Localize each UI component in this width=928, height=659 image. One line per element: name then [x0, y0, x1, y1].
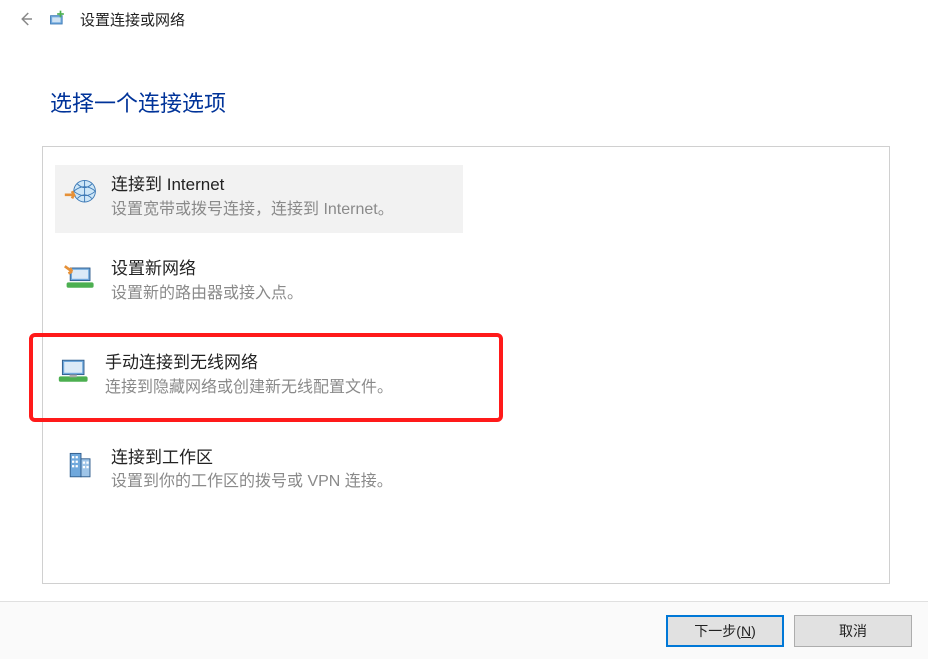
option-connect-internet[interactable]: 连接到 Internet 设置宽带或拨号连接，连接到 Internet。 [55, 165, 463, 233]
window-title: 设置连接或网络 [80, 9, 185, 30]
wireless-manual-icon [57, 353, 93, 389]
option-desc: 设置到你的工作区的拨号或 VPN 连接。 [111, 471, 393, 493]
connection-options-panel: 连接到 Internet 设置宽带或拨号连接，连接到 Internet。 设置新… [42, 146, 890, 584]
wizard-footer: 下一步(N) 取消 [0, 601, 928, 659]
next-button[interactable]: 下一步(N) [666, 615, 784, 647]
cancel-button[interactable]: 取消 [794, 615, 912, 647]
workplace-building-icon [63, 448, 99, 484]
option-desc: 设置新的路由器或接入点。 [111, 283, 303, 305]
globe-internet-icon [63, 175, 99, 211]
option-desc: 设置宽带或拨号连接，连接到 Internet。 [111, 199, 394, 221]
back-icon[interactable] [16, 9, 36, 29]
option-title: 手动连接到无线网络 [105, 351, 393, 375]
option-title: 设置新网络 [111, 257, 303, 281]
option-connect-workplace[interactable]: 连接到工作区 设置到你的工作区的拨号或 VPN 连接。 [55, 438, 877, 506]
option-desc: 连接到隐藏网络或创建新无线配置文件。 [105, 377, 393, 399]
network-setup-icon [48, 9, 68, 29]
router-setup-icon [63, 259, 99, 295]
page-heading: 选择一个连接选项 [50, 86, 928, 118]
title-bar: 设置连接或网络 [0, 0, 928, 38]
option-manual-wireless[interactable]: 手动连接到无线网络 连接到隐藏网络或创建新无线配置文件。 [29, 333, 503, 421]
option-title: 连接到 Internet [111, 173, 394, 197]
option-title: 连接到工作区 [111, 446, 393, 470]
option-setup-new-network[interactable]: 设置新网络 设置新的路由器或接入点。 [55, 249, 877, 317]
